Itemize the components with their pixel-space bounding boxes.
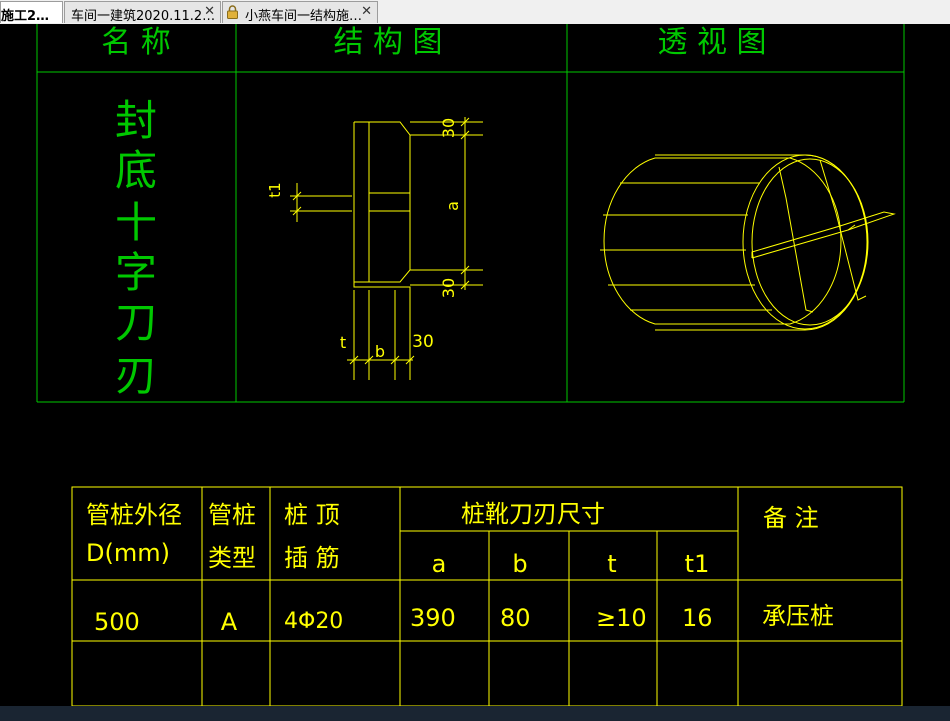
perspective-drawing	[600, 154, 896, 331]
name-char: 字	[115, 248, 157, 297]
cell-diameter: 500	[94, 608, 140, 636]
header-perspective: 透 视 图	[657, 25, 766, 60]
header-a: a	[432, 550, 447, 578]
header-b: b	[512, 550, 527, 578]
cell-t: ≥10	[596, 604, 647, 632]
header-remark: 备 注	[763, 504, 819, 532]
detail-frame	[36, 24, 905, 403]
name-char: 十	[115, 198, 157, 247]
tab-label: 小燕车间一结构施…	[245, 9, 363, 24]
dim-side: 30	[412, 332, 434, 352]
tab-drawing-3[interactable]: 小燕车间一结构施… ✕	[222, 1, 378, 24]
header-diameter-unit: D(mm)	[86, 539, 170, 567]
dim-a: a	[443, 201, 462, 211]
tab-drawing-2[interactable]: 车间一建筑2020.11.2… ✕	[64, 1, 221, 24]
dim-top: 30	[439, 118, 458, 138]
header-type: 管桩	[208, 501, 256, 529]
tab-drawing-1[interactable]: 施工2…	[0, 1, 63, 24]
name-char: 刃	[115, 351, 157, 400]
dim-t: t	[340, 333, 346, 352]
name-char: 封	[115, 96, 157, 145]
cad-drawing-canvas[interactable]: 名 称 结 构 图 透 视 图 封 底 十 字 刀 刃 30 a 30 t1 t…	[0, 24, 950, 707]
close-icon[interactable]: ✕	[204, 4, 215, 19]
cad-drawing: 名 称 结 构 图 透 视 图 封 底 十 字 刀 刃 30 a 30 t1 t…	[36, 24, 905, 707]
header-type-2: 类型	[208, 544, 256, 572]
header-diameter: 管桩外径	[86, 501, 182, 529]
name-char: 底	[115, 146, 157, 195]
header-rebar: 桩 顶	[284, 501, 340, 529]
cell-type: A	[221, 608, 238, 636]
cell-rebar: 4Φ20	[284, 609, 343, 634]
status-bar	[0, 706, 950, 721]
header-t1: t1	[685, 550, 710, 578]
document-tab-bar: 施工2… 车间一建筑2020.11.2… ✕ 小燕车间一结构施… ✕	[0, 0, 950, 25]
close-icon[interactable]: ✕	[361, 4, 372, 19]
header-rebar-2: 插 筋	[284, 544, 340, 572]
header-blade-size: 桩靴刀刃尺寸	[461, 500, 605, 528]
lock-icon	[227, 5, 238, 19]
header-t: t	[607, 550, 616, 578]
dim-t1: t1	[266, 182, 284, 197]
cell-t1: 16	[682, 604, 713, 632]
cell-b: 80	[500, 604, 531, 632]
cell-a: 390	[410, 604, 456, 632]
tab-label: 车间一建筑2020.11.2…	[71, 9, 216, 24]
name-column: 封 底 十 字 刀 刃	[115, 96, 157, 400]
header-structure: 结 构 图	[333, 25, 442, 60]
cell-remark: 承压桩	[762, 602, 834, 630]
dim-bottom: 30	[439, 278, 458, 298]
header-name: 名 称	[101, 25, 171, 60]
name-char: 刀	[115, 298, 157, 347]
tab-label: 施工2…	[1, 9, 50, 24]
spec-table: 管桩外径 D(mm) 管桩 类型 桩 顶 插 筋 桩靴刀刃尺寸 a b t t1…	[86, 500, 834, 636]
structure-drawing	[290, 117, 483, 380]
structure-dimensions: 30 a 30 t1 t b 30	[266, 118, 462, 361]
dim-b: b	[375, 342, 385, 361]
